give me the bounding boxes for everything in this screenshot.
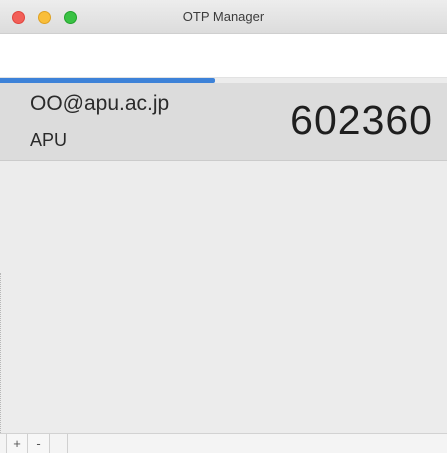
add-entry-button[interactable]: +: [6, 434, 28, 453]
toolbar-spacer: [50, 434, 68, 453]
search-input[interactable]: [0, 34, 447, 78]
otp-entry-row[interactable]: OO@apu.ac.jp APU 602360: [0, 83, 447, 161]
title-bar[interactable]: OTP Manager: [0, 0, 447, 34]
window-title: OTP Manager: [182, 9, 265, 24]
app-window: OTP Manager OO@apu.ac.jp APU 602360 + -: [0, 0, 447, 453]
remove-entry-button[interactable]: -: [28, 434, 50, 453]
window-edge-divider: [0, 273, 3, 433]
bottom-toolbar: + -: [0, 433, 447, 453]
issuer-name: APU: [30, 130, 68, 150]
account-name: OO@apu.ac.jp: [30, 92, 170, 115]
otp-code[interactable]: 602360: [290, 97, 433, 144]
otp-list: OO@apu.ac.jp APU 602360: [0, 83, 447, 433]
